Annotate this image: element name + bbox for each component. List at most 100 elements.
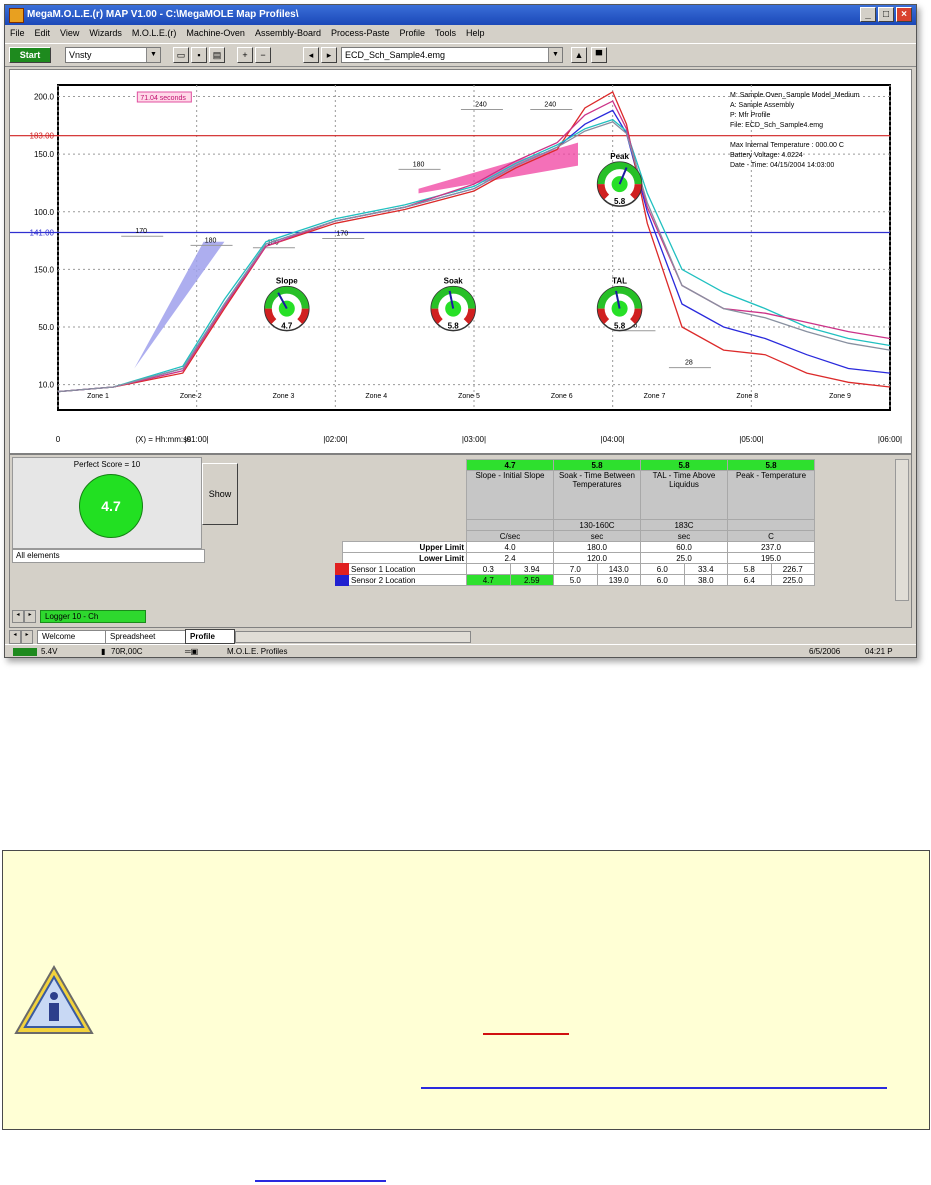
print-icon[interactable]: ▤ <box>209 47 225 63</box>
lower-limit-value: 120.0 <box>553 552 641 564</box>
x-axis-label: (X) = Hh:mm:ss <box>135 435 191 444</box>
sensor-value: 225.0 <box>770 574 815 586</box>
column-header: Peak - Temperature <box>727 470 815 520</box>
app-window: MegaM.O.L.E.(r) MAP V1.00 - C:\MegaMOLE … <box>4 4 917 658</box>
menu-item-assembly-board[interactable]: Assembly-Board <box>250 26 326 38</box>
logger-tab[interactable]: Logger 10 - Ch <box>40 610 146 623</box>
menu-item-view[interactable]: View <box>55 26 84 38</box>
menu-item-help[interactable]: Help <box>461 26 490 38</box>
view-combo[interactable]: Vnsty ▼ <box>65 47 161 63</box>
start-button[interactable]: Start <box>9 47 51 63</box>
y-tick-label: 50.0 <box>38 323 54 332</box>
upper-limit-value: 237.0 <box>727 541 815 553</box>
tab-scroll-right-icon[interactable]: ▸ <box>24 610 36 623</box>
minimize-button[interactable]: _ <box>860 7 876 22</box>
tab-next-icon[interactable]: ▸ <box>21 630 33 644</box>
sensor-value: 6.4 <box>727 574 772 586</box>
window-title: MegaM.O.L.E.(r) MAP V1.00 - C:\MegaMOLE … <box>27 9 299 20</box>
profile-chart[interactable]: 200.0 150.0 100.0 150.0 50.0 10.0 0 |01:00| |02:… <box>9 69 912 454</box>
zoom-in-icon[interactable]: + <box>237 47 253 63</box>
x-tick-label: |04:00| <box>601 435 625 444</box>
unit-cell: sec <box>553 530 641 542</box>
link-underline[interactable] <box>421 1087 887 1089</box>
menu-item-edit[interactable]: Edit <box>30 26 56 38</box>
zoom-out-icon[interactable]: − <box>255 47 271 63</box>
menu-item-tools[interactable]: Tools <box>430 26 461 38</box>
zone-label: Zone 2 <box>180 393 202 400</box>
thermometer-icon: ▮ <box>101 647 106 656</box>
grid-cell <box>342 520 467 531</box>
file-combo-value: ECD_Sch_Sample4.emg <box>345 50 446 60</box>
upper-limit-value: 180.0 <box>553 541 641 553</box>
emphasis-underline <box>483 1033 569 1035</box>
sensor-value: 2.59 <box>509 574 554 586</box>
file-combo[interactable]: ECD_Sch_Sample4.emg ▼ <box>341 47 563 63</box>
probe-icon: ═▣ <box>185 647 199 656</box>
unit-cell: C/sec <box>466 530 554 542</box>
menu-item-wizards[interactable]: Wizards <box>84 26 127 38</box>
result-filter[interactable]: All elements <box>12 549 205 563</box>
bottom-link-underline[interactable] <box>255 1180 386 1182</box>
tab-prev-icon[interactable]: ◂ <box>9 630 21 644</box>
zone-label: Zone 1 <box>87 393 109 400</box>
menu-item-m-o-l-e-r-[interactable]: M.O.L.E.(r) <box>127 26 182 38</box>
upper-limit-label: 183.00 <box>30 132 55 141</box>
info-line: Date - Time: 04/15/2004 14:03:00 <box>730 162 834 169</box>
move-top-button[interactable]: ▀ <box>591 47 607 63</box>
lower-limit-row: Lower Limit 2.4 120.0 25.0 195.0 <box>341 552 815 564</box>
upper-limit-label: Upper Limit <box>341 541 467 553</box>
maximize-button[interactable]: □ <box>878 7 894 22</box>
vertical-scrollbar[interactable] <box>895 459 909 601</box>
show-button[interactable]: Show <box>202 463 238 525</box>
menu-item-process-paste[interactable]: Process-Paste <box>326 26 395 38</box>
tab-strip: ◂ ▸ Welcome Spreadsheet Profile <box>9 629 910 645</box>
upper-limit-value: 60.0 <box>640 541 728 553</box>
chevron-down-icon[interactable]: ▼ <box>146 48 160 62</box>
menu-item-machine-oven[interactable]: Machine-Oven <box>181 26 250 38</box>
forward-icon[interactable]: ▸ <box>321 47 337 63</box>
info-line: Battery Voltage: 4.0224 <box>730 152 803 159</box>
gauge-title: Soak <box>444 277 464 286</box>
x-tick-label: 0 <box>56 435 61 444</box>
unit-cell: sec <box>640 530 728 542</box>
menu-item-file[interactable]: File <box>5 26 30 38</box>
x-tick-label: |05:00| <box>739 435 763 444</box>
horizontal-scrollbar[interactable] <box>235 631 471 643</box>
chevron-down-icon[interactable]: ▼ <box>548 48 562 62</box>
sensor-value: 143.0 <box>596 563 641 575</box>
score-cell: 5.8 <box>553 459 641 471</box>
score-panel: Perfect Score = 10 4.7 <box>12 457 202 549</box>
upper-limit-row: Upper Limit 4.0 180.0 60.0 237.0 <box>341 541 815 553</box>
sensor-row: Sensor 1 Location 0.3 3.94 7.0 143.0 6.0 33.4 5… <box>335 563 815 575</box>
y-tick-label: 150.0 <box>34 150 55 159</box>
gauge-value: 4.7 <box>281 322 293 331</box>
column-subheader <box>466 519 554 531</box>
open-folder-icon[interactable]: ▭ <box>173 47 189 63</box>
save-icon[interactable]: ▪ <box>191 47 207 63</box>
tab-profile[interactable]: Profile <box>185 629 235 644</box>
move-up-button[interactable]: ▲ <box>571 47 587 63</box>
zone-label: Zone 9 <box>829 393 851 400</box>
gauge-value: 5.8 <box>614 197 626 206</box>
tab-spreadsheet[interactable]: Spreadsheet <box>105 630 187 644</box>
info-line: M: Sample Oven_Sample Model_Medium <box>730 92 860 99</box>
span-label: 240 <box>475 101 487 108</box>
close-button[interactable]: × <box>896 7 912 22</box>
grid-cell <box>342 471 467 520</box>
span-label: 170 <box>336 231 348 238</box>
sensor-value: 226.7 <box>770 563 815 575</box>
y-tick-label: 10.0 <box>38 381 54 390</box>
tab-welcome[interactable]: Welcome <box>37 630 107 644</box>
sensor-value: 5.0 <box>553 574 598 586</box>
column-header: Slope - Initial Slope <box>466 470 554 520</box>
y-tick-label: 100.0 <box>34 208 55 217</box>
zone-label: Zone 5 <box>458 393 480 400</box>
tab-scroll-left-icon[interactable]: ◂ <box>12 610 24 623</box>
lower-limit-value: 25.0 <box>640 552 728 564</box>
menu-item-profile[interactable]: Profile <box>395 26 431 38</box>
gauge-value: 5.8 <box>448 322 460 331</box>
back-icon[interactable]: ◂ <box>303 47 319 63</box>
column-subheader: 183C <box>640 519 728 531</box>
span-label: 170 <box>135 228 147 235</box>
unit-row: C/sec sec sec C <box>342 530 815 542</box>
